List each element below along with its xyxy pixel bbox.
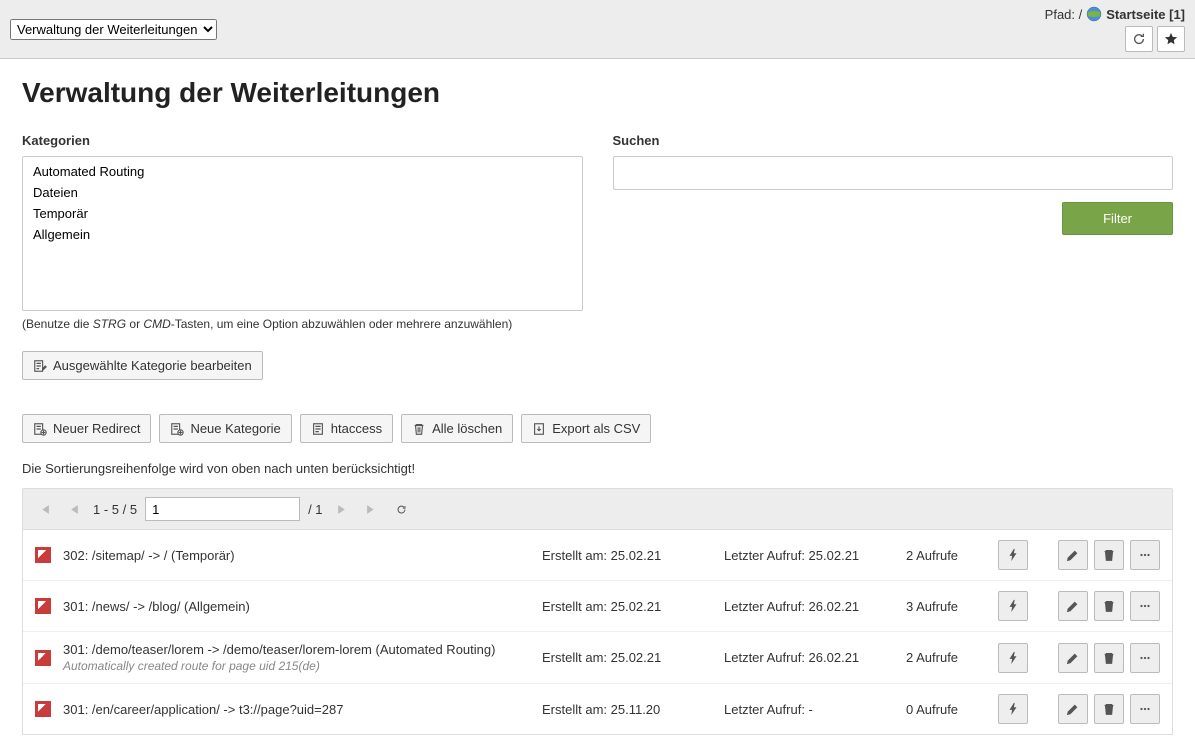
item-created: Erstellt am: 25.02.21 — [542, 650, 712, 665]
bolt-button[interactable] — [998, 694, 1028, 724]
reload-button[interactable] — [1125, 26, 1153, 52]
item-hits: 2 Aufrufe — [906, 548, 986, 563]
content: Verwaltung der Weiterleitungen Kategorie… — [0, 59, 1195, 753]
edit-category-button[interactable]: Ausgewählte Kategorie bearbeiten — [22, 351, 263, 380]
pager-range: 1 - 5 / 5 — [93, 502, 137, 517]
more-button[interactable] — [1130, 540, 1160, 570]
bolt-button[interactable] — [998, 643, 1028, 673]
redirect-icon — [35, 547, 51, 563]
edit-button[interactable] — [1058, 643, 1088, 673]
bolt-button[interactable] — [998, 540, 1028, 570]
item-actions — [998, 540, 1160, 570]
item-created: Erstellt am: 25.11.20 — [542, 702, 712, 717]
item-actions — [998, 591, 1160, 621]
item-main: 301: /en/career/application/ -> t3://pag… — [63, 702, 530, 717]
redirect-icon — [35, 598, 51, 614]
edit-button[interactable] — [1058, 540, 1088, 570]
more-button[interactable] — [1130, 694, 1160, 724]
item-main: 302: /sitemap/ -> / (Temporär) — [63, 548, 530, 563]
item-title: 301: /news/ -> /blog/ (Allgemein) — [63, 599, 530, 614]
path-page[interactable]: Startseite [1] — [1106, 7, 1185, 22]
new-category-button[interactable]: Neue Kategorie — [159, 414, 291, 443]
item-lastcall: Letzter Aufruf: 25.02.21 — [724, 548, 894, 563]
more-button[interactable] — [1130, 591, 1160, 621]
pager-first[interactable] — [33, 498, 55, 520]
bolt-button[interactable] — [998, 591, 1028, 621]
item-hits: 0 Aufrufe — [906, 702, 986, 717]
path-label: Pfad: / — [1045, 7, 1083, 22]
list-item: 301: /news/ -> /blog/ (Allgemein) Erstell… — [23, 581, 1172, 632]
item-title: 302: /sitemap/ -> / (Temporär) — [63, 548, 530, 563]
delete-all-button[interactable]: Alle löschen — [401, 414, 513, 443]
delete-button[interactable] — [1094, 643, 1124, 673]
delete-button[interactable] — [1094, 591, 1124, 621]
categories-hint: (Benutze die STRG or CMD-Tasten, um eine… — [22, 317, 583, 331]
search-label: Suchen — [613, 133, 1174, 148]
categories-label: Kategorien — [22, 133, 583, 148]
item-title: 301: /demo/teaser/lorem -> /demo/teaser/… — [63, 642, 530, 657]
item-lastcall: Letzter Aufruf: - — [724, 702, 894, 717]
new-redirect-button[interactable]: Neuer Redirect — [22, 414, 151, 443]
delete-button[interactable] — [1094, 540, 1124, 570]
pager-total: / 1 — [308, 502, 322, 517]
bookmark-button[interactable] — [1157, 26, 1185, 52]
delete-button[interactable] — [1094, 694, 1124, 724]
list-item: 302: /sitemap/ -> / (Temporär) Erstellt a… — [23, 530, 1172, 581]
filter-button[interactable]: Filter — [1062, 202, 1173, 235]
pager: 1 - 5 / 5 / 1 — [22, 488, 1173, 530]
item-main: 301: /demo/teaser/lorem -> /demo/teaser/… — [63, 642, 530, 673]
item-hits: 2 Aufrufe — [906, 650, 986, 665]
module-selector[interactable]: Verwaltung der Weiterleitungen — [10, 19, 217, 40]
item-created: Erstellt am: 25.02.21 — [542, 599, 712, 614]
redirect-icon — [35, 701, 51, 717]
pager-prev[interactable] — [63, 498, 85, 520]
item-lastcall: Letzter Aufruf: 26.02.21 — [724, 650, 894, 665]
item-hits: 3 Aufrufe — [906, 599, 986, 614]
list-item: 301: /en/career/application/ -> t3://pag… — [23, 684, 1172, 734]
item-main: 301: /news/ -> /blog/ (Allgemein) — [63, 599, 530, 614]
edit-button[interactable] — [1058, 591, 1088, 621]
item-subtitle: Automatically created route for page uid… — [63, 659, 530, 673]
categories-select[interactable]: Automated Routing Dateien Temporär Allge… — [22, 156, 583, 311]
item-actions — [998, 643, 1160, 673]
pager-reload[interactable] — [391, 498, 413, 520]
more-button[interactable] — [1130, 643, 1160, 673]
pager-last[interactable] — [361, 498, 383, 520]
redirect-icon — [35, 650, 51, 666]
item-title: 301: /en/career/application/ -> t3://pag… — [63, 702, 530, 717]
htaccess-button[interactable]: htaccess — [300, 414, 393, 443]
breadcrumb: Pfad: / Startseite [1] — [1045, 6, 1185, 22]
globe-icon — [1086, 6, 1102, 22]
redirect-list: 302: /sitemap/ -> / (Temporär) Erstellt a… — [22, 530, 1173, 735]
page-title: Verwaltung der Weiterleitungen — [22, 77, 1173, 109]
edit-button[interactable] — [1058, 694, 1088, 724]
export-csv-button[interactable]: Export als CSV — [521, 414, 651, 443]
item-lastcall: Letzter Aufruf: 26.02.21 — [724, 599, 894, 614]
search-input[interactable] — [613, 156, 1174, 190]
list-item: 301: /demo/teaser/lorem -> /demo/teaser/… — [23, 632, 1172, 684]
pager-next[interactable] — [331, 498, 353, 520]
topbar: Verwaltung der Weiterleitungen Pfad: / S… — [0, 0, 1195, 59]
sort-hint: Die Sortierungsreihenfolge wird von oben… — [22, 461, 1173, 476]
topbar-right: Pfad: / Startseite [1] — [1045, 6, 1185, 52]
action-row: Neuer Redirect Neue Kategorie htaccess A… — [22, 414, 1173, 443]
pager-page-input[interactable] — [145, 497, 300, 521]
item-actions — [998, 694, 1160, 724]
item-created: Erstellt am: 25.02.21 — [542, 548, 712, 563]
